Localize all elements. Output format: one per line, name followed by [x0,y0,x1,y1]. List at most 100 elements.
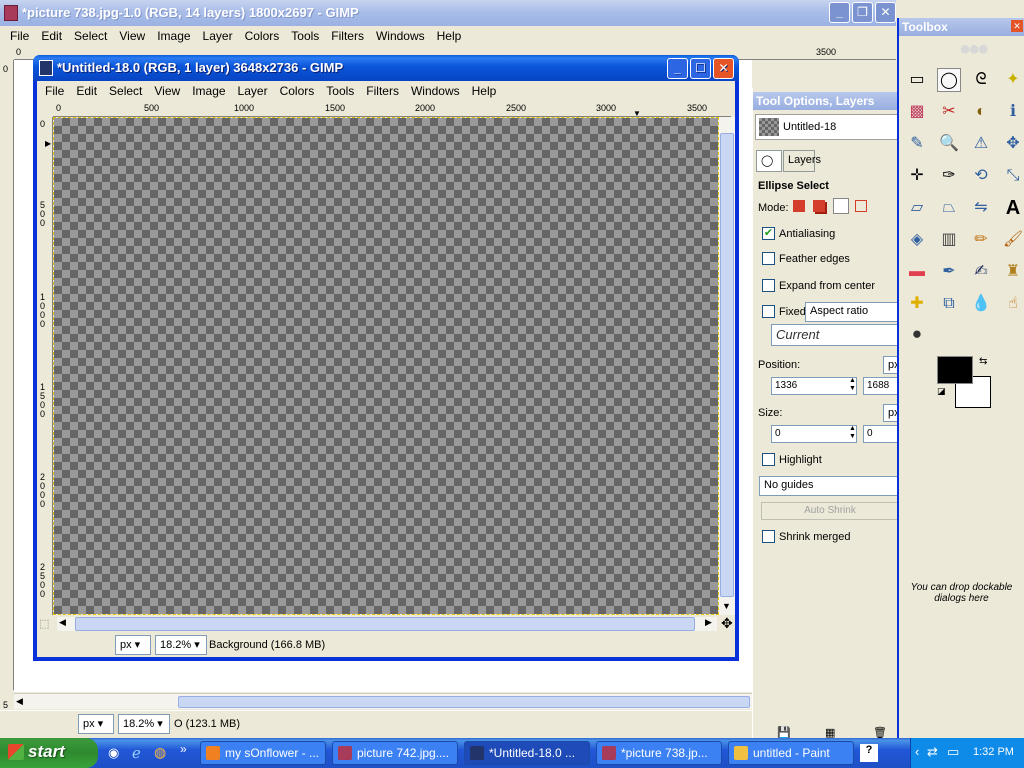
zoom-select[interactable]: 18.2% ▾ [118,714,170,734]
zoom-select[interactable]: 18.2% ▾ [155,635,207,655]
menu-file[interactable]: File [4,26,35,46]
airbrush-icon[interactable]: ✒ [937,260,961,284]
paths-icon[interactable]: ℹ [1001,100,1024,124]
scroll-left-arrow-icon[interactable]: ◀ [59,617,66,628]
text-icon[interactable]: A [1001,196,1024,220]
menu-layer[interactable]: Layer [232,81,274,101]
task-picture-742[interactable]: picture 742.jpg.... [332,741,458,765]
task-sonflower[interactable]: my sOnflower - ... [200,741,326,765]
menu-edit[interactable]: Edit [35,26,68,46]
close-button[interactable]: ✕ [713,58,734,79]
mode-intersect-icon[interactable] [855,200,867,212]
fixed-mode-select[interactable]: Aspect ratio [805,302,899,322]
fuzzy-select-icon[interactable]: ✦ [1001,68,1024,92]
blur-icon[interactable]: 💧 [969,292,993,316]
rect-select-icon[interactable]: ▭ [905,68,929,92]
eraser-icon[interactable]: ▬ [905,260,929,284]
menu-select[interactable]: Select [103,81,148,101]
position-x-input[interactable]: 1336 [771,377,857,395]
menu-windows[interactable]: Windows [405,81,466,101]
rotate-icon[interactable]: ⟲ [969,164,993,188]
ink-icon[interactable]: ✍ [969,260,993,284]
heal-icon[interactable]: ✚ [905,292,929,316]
feather-checkbox[interactable] [762,252,775,265]
menu-colors[interactable]: Colors [239,26,286,46]
guides-select[interactable]: No guides [759,476,899,496]
scrollbar-thumb[interactable] [178,696,750,708]
default-colors-icon[interactable]: ◪ [937,386,946,397]
close-button[interactable]: ✕ [1011,20,1023,32]
tab-tool-options[interactable]: ◯ [756,150,782,172]
menu-image[interactable]: Image [186,81,231,101]
size-h-input[interactable]: 0 [863,425,899,443]
menu-layer[interactable]: Layer [197,26,239,46]
quicklaunch-more-icon[interactable]: » [180,742,187,756]
unit-select[interactable]: px ▾ [78,714,114,734]
menu-help[interactable]: Help [431,26,468,46]
minimize-button[interactable]: _ [829,2,850,23]
menu-filters[interactable]: Filters [360,81,405,101]
menu-select[interactable]: Select [68,26,113,46]
scrollbar-thumb[interactable] [720,133,734,597]
unit-select[interactable]: px ▾ [115,635,151,655]
move-icon[interactable]: ✥ [1001,132,1024,156]
menu-file[interactable]: File [39,81,70,101]
select-by-color-icon[interactable]: ▩ [905,100,929,124]
perspective-icon[interactable]: ⏢ [937,196,961,220]
shrink-merged-checkbox[interactable] [762,530,775,543]
spin-arrows-icon[interactable]: ▲ ▼ [849,377,856,393]
quick-mask-icon[interactable]: ⬚ [39,617,49,630]
clock[interactable]: 1:32 PM [973,746,1014,758]
clone-icon[interactable]: ♜ [1001,260,1024,284]
mode-add-icon[interactable] [813,200,825,212]
vertical-scrollbar[interactable]: ▼ [719,117,735,615]
image-canvas-transparent[interactable] [53,117,719,615]
task-untitled-18[interactable]: *Untitled-18.0 ... [464,741,590,765]
tab-layers[interactable]: Layers [783,150,821,172]
menu-colors[interactable]: Colors [274,81,321,101]
bucket-fill-icon[interactable]: ◈ [905,228,929,252]
pencil-icon[interactable]: ✏ [969,228,993,252]
position-y-input[interactable]: 1688 [863,377,899,395]
blend-icon[interactable]: ▥ [937,228,961,252]
lasso-icon[interactable]: ᘓ [969,68,993,92]
monitor-icon[interactable]: ▭ [947,744,959,760]
zoom-icon[interactable]: 🔍 [937,132,961,156]
image-window-titlebar[interactable]: *Untitled-18.0 (RGB, 1 layer) 3648x2736 … [33,55,739,81]
menu-tools[interactable]: Tools [320,81,360,101]
task-picture-738[interactable]: *picture 738.jp... [596,741,722,765]
menu-view[interactable]: View [148,81,186,101]
swap-colors-icon[interactable]: ⇆ [979,356,987,367]
paintbrush-icon[interactable]: 🖌 [1001,228,1024,252]
help-icon[interactable]: ? [860,744,878,762]
measure-icon[interactable]: ⚠ [969,132,993,156]
ie-icon[interactable]: ℯ [132,744,141,762]
image-selector[interactable]: Untitled-18 [755,114,899,140]
background-ruler-vertical[interactable]: 0 5 0 [0,60,14,720]
current-field[interactable]: Current [771,324,899,346]
network-icon[interactable]: ⇄ [927,744,938,760]
menu-image[interactable]: Image [151,26,196,46]
shear-icon[interactable]: ▱ [905,196,929,220]
minimize-button[interactable]: _ [667,58,688,79]
maximize-button[interactable]: ☐ [690,58,711,79]
navigate-icon[interactable]: ✥ [721,615,733,632]
menu-edit[interactable]: Edit [70,81,103,101]
close-button[interactable]: ✕ [875,2,896,23]
perspective-clone-icon[interactable]: ⧉ [937,292,961,316]
tray-expand-icon[interactable]: ‹ [915,744,919,759]
scroll-right-arrow-icon[interactable]: ▶ [705,617,712,628]
ruler-horizontal[interactable]: 0 500 1000 1500 2000 2500 3000 3500 ▼ [53,101,731,118]
menu-windows[interactable]: Windows [370,26,431,46]
scissors-icon[interactable]: ✂ [937,100,961,124]
ellipse-select-icon[interactable]: ◯ [937,68,961,92]
horizontal-scrollbar[interactable]: ◀ ▶ [57,617,717,631]
foreground-select-icon[interactable]: ◐ [969,100,993,124]
dodge-burn-icon[interactable]: ⚫ [905,324,929,348]
auto-shrink-button[interactable]: Auto Shrink [761,502,899,520]
flip-icon[interactable]: ⇋ [969,196,993,220]
mode-subtract-icon[interactable] [833,198,849,214]
highlight-checkbox[interactable] [762,453,775,466]
menu-filters[interactable]: Filters [325,26,370,46]
background-window-titlebar[interactable]: *picture 738.jpg-1.0 (RGB, 14 layers) 18… [0,0,896,26]
